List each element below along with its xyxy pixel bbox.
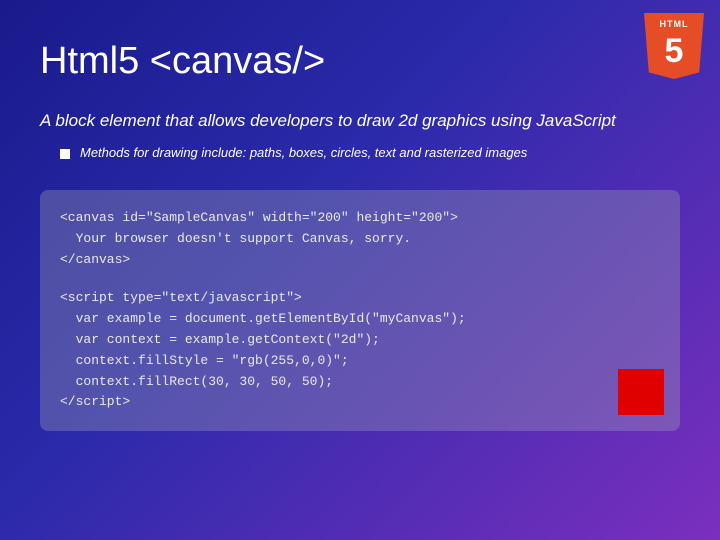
red-rect-preview [618, 369, 664, 415]
html5-badge-label: HTML [644, 19, 704, 29]
code-block-2: <script type="text/javascript"> var exam… [60, 288, 660, 413]
bullet-icon [60, 149, 70, 159]
page-title: Html5 <canvas/> [40, 40, 680, 83]
html5-badge-inner: HTML 5 [644, 13, 704, 79]
html5-badge: HTML 5 [642, 10, 706, 82]
bullet-text: Methods for drawing include: paths, boxe… [80, 145, 527, 160]
html5-badge-number: 5 [665, 32, 684, 71]
code-box: <canvas id="SampleCanvas" width="200" he… [40, 190, 680, 431]
slide: HTML 5 Html5 <canvas/> A block element t… [0, 0, 720, 540]
bullet-item: Methods for drawing include: paths, boxe… [60, 145, 680, 160]
code-block-1: <canvas id="SampleCanvas" width="200" he… [60, 208, 660, 270]
subtitle-text: A block element that allows developers t… [40, 111, 680, 131]
